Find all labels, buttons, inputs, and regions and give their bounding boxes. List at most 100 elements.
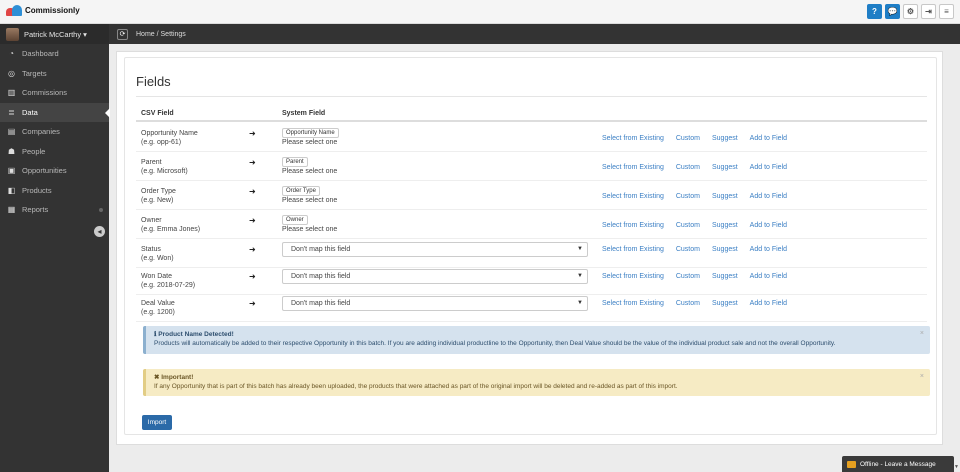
system-field-select[interactable]: Don't map this field ▼ bbox=[282, 269, 588, 284]
add-to-field-link[interactable]: Add to Field bbox=[750, 164, 787, 171]
sidebar-item-data[interactable]: ≣ Data bbox=[0, 102, 110, 122]
row-actions: Select from Existing Custom Suggest Add … bbox=[602, 222, 787, 229]
select-value: Don't map this field bbox=[291, 300, 351, 307]
system-field-hint: Please select one bbox=[282, 139, 338, 146]
custom-link[interactable]: Custom bbox=[676, 164, 700, 171]
table-header: CSV Field System Field bbox=[136, 107, 927, 122]
suggest-link[interactable]: Suggest bbox=[712, 273, 738, 280]
add-to-field-link[interactable]: Add to Field bbox=[750, 300, 787, 307]
select-from-existing-link[interactable]: Select from Existing bbox=[602, 273, 664, 280]
product-detected-alert: ℹ Product Name Detected! Products will a… bbox=[143, 326, 930, 354]
alert-text: If any Opportunity that is part of this … bbox=[154, 383, 678, 390]
csv-field: Status (e.g. Won) bbox=[141, 245, 174, 263]
logout-button[interactable]: ⇥ bbox=[921, 4, 936, 19]
add-to-field-link[interactable]: Add to Field bbox=[750, 246, 787, 253]
csv-field-name: Deal Value bbox=[141, 300, 175, 307]
arrow-right-icon: ➜ bbox=[249, 129, 256, 138]
sidebar-item-opportunities[interactable]: ▣ Opportunities bbox=[0, 161, 109, 181]
user-menu[interactable]: Patrick McCarthy ▾ bbox=[0, 24, 109, 44]
system-field: Order Type Please select one bbox=[282, 186, 337, 204]
table-row: Won Date (e.g. 2018-07-29) ➜ Don't map th… bbox=[136, 268, 927, 295]
suggest-link[interactable]: Suggest bbox=[712, 135, 738, 142]
table-row: Order Type (e.g. New) ➜ Order Type Please … bbox=[136, 183, 927, 210]
refresh-icon[interactable]: ⟳ bbox=[117, 28, 128, 40]
chat-button[interactable]: 💬 bbox=[885, 4, 900, 19]
custom-link[interactable]: Custom bbox=[676, 222, 700, 229]
csv-field-example: (e.g. opp-61) bbox=[141, 139, 182, 146]
system-field-hint: Please select one bbox=[282, 226, 338, 233]
people-icon: ☗ bbox=[7, 146, 16, 156]
important-alert: ✖ Important! If any Opportunity that is … bbox=[143, 369, 930, 396]
select-from-existing-link[interactable]: Select from Existing bbox=[602, 193, 664, 200]
close-icon[interactable]: × bbox=[920, 372, 924, 381]
breadcrumb-path[interactable]: Home / Settings bbox=[136, 31, 186, 38]
system-field-chip[interactable]: Order Type bbox=[282, 186, 320, 196]
csv-field: Owner (e.g. Emma Jones) bbox=[141, 216, 200, 234]
sidebar-item-companies[interactable]: ▤ Companies bbox=[0, 122, 109, 142]
money-icon: ▣ bbox=[7, 166, 16, 176]
system-field-chip[interactable]: Owner bbox=[282, 215, 308, 225]
avatar bbox=[6, 27, 19, 41]
system-field-chip[interactable]: Parent bbox=[282, 157, 308, 167]
system-field-select[interactable]: Don't map this field ▼ bbox=[282, 242, 588, 257]
suggest-link[interactable]: Suggest bbox=[712, 300, 738, 307]
sidebar-item-products[interactable]: ◧ Products bbox=[0, 181, 109, 201]
select-from-existing-link[interactable]: Select from Existing bbox=[602, 300, 664, 307]
add-to-field-link[interactable]: Add to Field bbox=[750, 193, 787, 200]
sidebar-item-people[interactable]: ☗ People bbox=[0, 142, 109, 162]
custom-link[interactable]: Custom bbox=[676, 193, 700, 200]
grid-icon: ▦ bbox=[7, 205, 16, 215]
custom-link[interactable]: Custom bbox=[676, 300, 700, 307]
custom-link[interactable]: Custom bbox=[676, 246, 700, 253]
add-to-field-link[interactable]: Add to Field bbox=[750, 222, 787, 229]
collapse-sidebar-button[interactable]: ◂ bbox=[94, 226, 105, 237]
alert-title: ℹ Product Name Detected! bbox=[154, 331, 234, 338]
menu-button[interactable]: ≡ bbox=[939, 4, 954, 19]
add-to-field-link[interactable]: Add to Field bbox=[750, 273, 787, 280]
sidebar-item-reports[interactable]: ▦ Reports bbox=[0, 200, 109, 220]
settings-button[interactable]: ⚙ bbox=[903, 4, 918, 19]
offline-chat-widget[interactable]: Offline - Leave a Message bbox=[842, 456, 954, 472]
sidebar-item-commissions[interactable]: ▥ Commissions bbox=[0, 83, 109, 103]
arrow-right-icon: ➜ bbox=[249, 187, 256, 196]
system-field-chip[interactable]: Opportunity Name bbox=[282, 128, 339, 138]
arrow-right-icon: ➜ bbox=[249, 216, 256, 225]
sidebar-item-dashboard[interactable]: ◔ Dashboard bbox=[0, 44, 109, 64]
csv-field-example: (e.g. Won) bbox=[141, 255, 174, 262]
suggest-link[interactable]: Suggest bbox=[712, 164, 738, 171]
select-from-existing-link[interactable]: Select from Existing bbox=[602, 164, 664, 171]
sidebar: Patrick McCarthy ▾ ◔ Dashboard ◎ Targets… bbox=[0, 24, 110, 472]
suggest-link[interactable]: Suggest bbox=[712, 246, 738, 253]
select-from-existing-link[interactable]: Select from Existing bbox=[602, 246, 664, 253]
table-row: Owner (e.g. Emma Jones) ➜ Owner Please sel… bbox=[136, 212, 927, 239]
csv-field-name: Owner bbox=[141, 217, 162, 224]
csv-field-name: Opportunity Name bbox=[141, 130, 198, 137]
table-row: Opportunity Name (e.g. opp-61) ➜ Opportun… bbox=[136, 125, 927, 152]
chevron-down-icon: ▼ bbox=[577, 273, 583, 279]
suggest-link[interactable]: Suggest bbox=[712, 222, 738, 229]
scroll-down-icon[interactable]: ▼ bbox=[954, 464, 959, 470]
system-field-hint: Please select one bbox=[282, 168, 338, 175]
system-field-select[interactable]: Don't map this field ▼ bbox=[282, 296, 588, 311]
close-icon[interactable]: × bbox=[920, 329, 924, 338]
sidebar-item-label: Products bbox=[22, 185, 52, 195]
select-value: Don't map this field bbox=[291, 246, 351, 253]
select-from-existing-link[interactable]: Select from Existing bbox=[602, 135, 664, 142]
sidebar-item-targets[interactable]: ◎ Targets bbox=[0, 64, 109, 84]
top-bar: Commissionly ? 💬 ⚙ ⇥ ≡ bbox=[0, 0, 960, 24]
suggest-link[interactable]: Suggest bbox=[712, 193, 738, 200]
select-from-existing-link[interactable]: Select from Existing bbox=[602, 222, 664, 229]
row-actions: Select from Existing Custom Suggest Add … bbox=[602, 300, 787, 307]
help-button[interactable]: ? bbox=[867, 4, 882, 19]
divider bbox=[136, 96, 927, 97]
brand[interactable]: Commissionly bbox=[6, 5, 80, 16]
csv-field: Deal Value (e.g. 1200) bbox=[141, 299, 175, 317]
import-button[interactable]: Import bbox=[142, 415, 172, 430]
custom-link[interactable]: Custom bbox=[676, 135, 700, 142]
page-title: Fields bbox=[136, 74, 171, 89]
add-to-field-link[interactable]: Add to Field bbox=[750, 135, 787, 142]
bar-chart-icon: ▥ bbox=[7, 88, 16, 98]
custom-link[interactable]: Custom bbox=[676, 273, 700, 280]
csv-field-name: Parent bbox=[141, 159, 162, 166]
system-field: Owner Please select one bbox=[282, 215, 337, 233]
